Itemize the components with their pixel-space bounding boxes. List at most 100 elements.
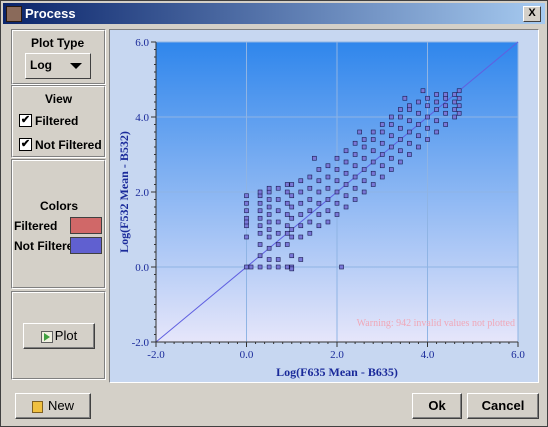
data-point <box>452 114 457 120</box>
ok-button[interactable]: Ok <box>412 393 462 419</box>
data-point <box>316 167 322 172</box>
filtered-checkbox-label: Filtered <box>35 114 79 128</box>
data-point <box>361 178 367 184</box>
data-point <box>307 174 313 180</box>
plot-button[interactable]: Plot <box>23 323 95 349</box>
data-point <box>407 152 412 157</box>
title-bar[interactable]: Process X <box>3 3 545 24</box>
data-point <box>266 234 272 240</box>
plot-type-select[interactable]: Log <box>25 53 91 79</box>
data-point <box>307 197 313 202</box>
x-tick-label: 2.0 <box>330 349 344 361</box>
data-point <box>352 152 358 157</box>
filtered-color-swatch[interactable] <box>70 217 102 234</box>
data-point <box>370 137 376 142</box>
new-button[interactable]: New <box>15 393 91 419</box>
data-point <box>289 193 295 199</box>
cancel-button[interactable]: Cancel <box>467 393 539 419</box>
data-point <box>257 208 263 214</box>
data-point <box>266 227 272 232</box>
data-point <box>452 99 457 105</box>
data-point <box>434 118 439 124</box>
data-point <box>325 208 331 214</box>
y-tick-label: 4.0 <box>135 112 149 124</box>
not-filtered-checkbox[interactable]: ✔ <box>19 138 32 151</box>
data-point <box>257 193 263 199</box>
plot-type-panel: Plot Type Log <box>11 29 106 85</box>
plot-panel: -2.0 0.0 2.0 4.0 6.0 -2.0 0.0 2.0 4.0 6.0 Warning… <box>109 29 539 383</box>
data-point <box>398 107 403 112</box>
view-heading: View <box>45 92 73 106</box>
data-point <box>407 140 412 146</box>
y-tick-label: 0.0 <box>135 262 149 274</box>
data-point <box>343 204 349 210</box>
data-point <box>266 245 272 251</box>
data-point <box>352 185 358 191</box>
data-point <box>361 189 367 195</box>
data-point <box>456 95 462 101</box>
data-point <box>266 257 272 262</box>
data-point <box>298 257 304 262</box>
filtered-checkbox[interactable]: ✔ <box>19 114 32 127</box>
app-icon <box>6 6 22 22</box>
chevron-down-icon[interactable] <box>70 63 82 69</box>
data-point <box>407 129 412 135</box>
data-point <box>443 92 448 97</box>
plot-button-label: Plot <box>54 328 78 343</box>
scatter-plot[interactable]: -2.0 0.0 2.0 4.0 6.0 -2.0 0.0 2.0 4.0 6.0 Warning… <box>110 30 538 382</box>
data-point <box>257 253 263 259</box>
y-tick-label: 6.0 <box>135 37 149 49</box>
warning-text: Warning: 942 invalid values not plotted <box>357 318 515 329</box>
data-point <box>352 163 358 169</box>
data-point <box>284 230 290 236</box>
data-point <box>334 178 340 184</box>
not-filtered-color-swatch[interactable] <box>70 237 102 254</box>
data-point <box>370 148 376 154</box>
close-button[interactable]: X <box>523 6 541 22</box>
data-point <box>352 197 358 202</box>
data-point <box>257 189 263 195</box>
data-point <box>456 110 462 116</box>
data-point <box>379 152 385 157</box>
data-point <box>407 103 412 109</box>
process-dialog: Process X Plot Type Log View ✔ Filtered … <box>0 0 548 427</box>
colors-heading: Colors <box>40 199 79 213</box>
data-point <box>361 155 367 161</box>
data-point <box>312 155 317 161</box>
data-point <box>325 163 331 169</box>
data-point <box>370 129 376 135</box>
data-point <box>244 223 249 229</box>
data-point <box>257 242 263 247</box>
data-point <box>244 234 249 240</box>
play-icon <box>40 330 53 343</box>
new-button-label: New <box>47 398 74 413</box>
data-point <box>316 200 322 206</box>
data-point <box>275 264 281 270</box>
data-point <box>361 167 367 172</box>
data-point <box>257 223 263 229</box>
data-point <box>343 193 349 199</box>
data-point <box>420 88 426 94</box>
data-point <box>443 122 448 127</box>
plot-button-panel: Plot <box>11 291 106 380</box>
not-filtered-checkbox-label: Not Filtered <box>35 138 102 152</box>
data-point <box>416 144 421 150</box>
y-tick-label: 2.0 <box>135 187 149 199</box>
data-point <box>325 185 331 191</box>
data-point <box>316 189 322 195</box>
data-point <box>370 170 376 176</box>
data-point <box>244 215 249 221</box>
data-point <box>289 215 295 221</box>
x-axis-label: Log(F635 Mean - B635) <box>276 365 398 379</box>
data-point <box>257 215 263 221</box>
data-point <box>307 219 313 225</box>
data-point <box>370 159 376 165</box>
data-point <box>325 197 331 202</box>
data-point <box>361 137 367 142</box>
data-point <box>334 189 340 195</box>
data-point <box>398 137 403 142</box>
data-point <box>275 185 281 191</box>
data-point <box>307 185 313 191</box>
data-point <box>434 92 439 97</box>
data-point <box>244 264 249 270</box>
